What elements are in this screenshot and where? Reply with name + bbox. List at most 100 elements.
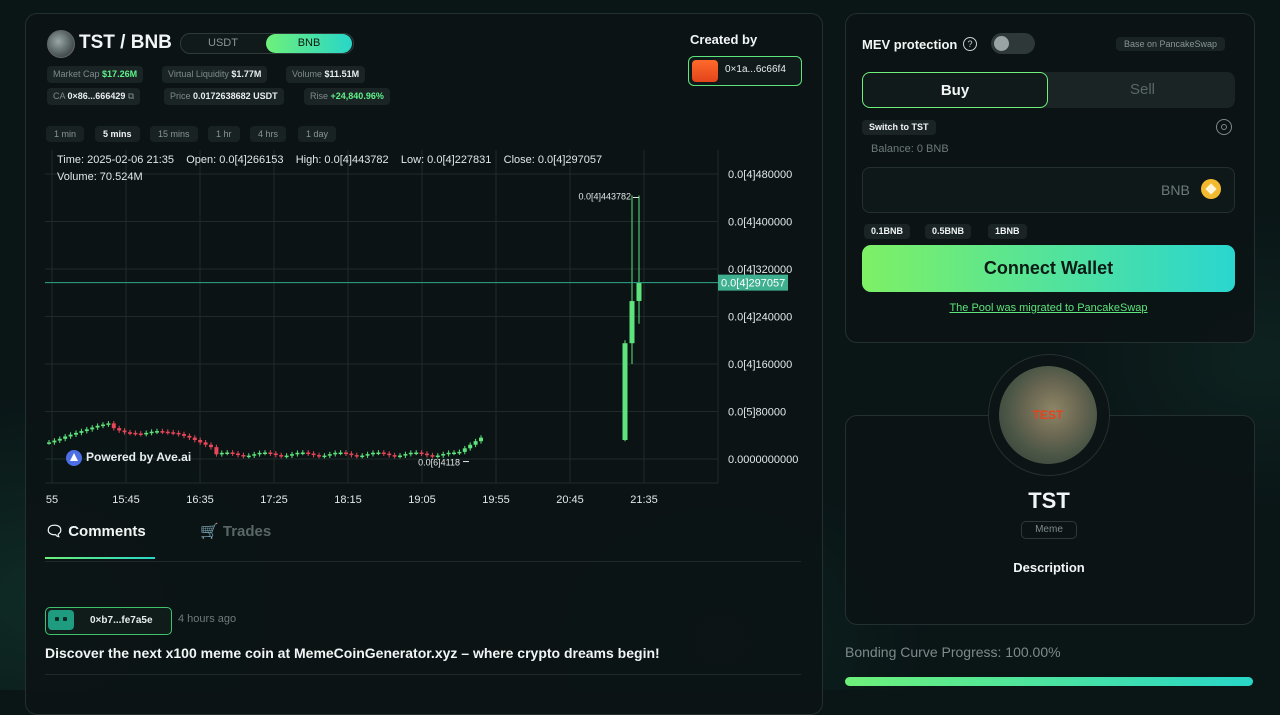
candle-body (230, 452, 235, 455)
x-tick-label: 19:55 (482, 494, 510, 506)
quote-option-bnb[interactable]: BNB (266, 34, 352, 53)
candle-body (365, 454, 370, 456)
sell-tab[interactable]: Sell (1050, 72, 1235, 108)
buy-tab[interactable]: Buy (862, 72, 1048, 108)
candle-body (128, 432, 132, 434)
x-tick-label: 19:05 (408, 494, 436, 506)
candle-body (381, 452, 386, 455)
mev-toggle-knob (994, 36, 1009, 51)
candle-body (414, 452, 419, 455)
powered-by: Powered by Ave.ai (66, 450, 191, 466)
candle-body (403, 454, 408, 456)
connect-wallet-button[interactable]: Connect Wallet (862, 245, 1235, 292)
user-avatar (48, 610, 74, 630)
x-tick-label: 16:35 (186, 494, 214, 506)
timeframe-1day[interactable]: 1 day (298, 126, 337, 142)
amount-unit: BNB (1161, 182, 1190, 198)
candle-body (473, 441, 478, 445)
copy-icon[interactable]: ⧉ (128, 91, 134, 101)
candle-body (376, 452, 381, 455)
quote-toggle[interactable]: USDT BNB (180, 33, 354, 54)
y-tick-label: 0.0[4]480000 (728, 169, 792, 181)
candle-body (192, 437, 197, 440)
candle-body (225, 452, 230, 455)
price-stat: Price 0.0172638682 USDT (164, 88, 284, 105)
candle-body (300, 452, 305, 455)
candle-body (144, 432, 149, 435)
help-icon[interactable]: ? (963, 37, 977, 51)
candle-body (327, 454, 332, 456)
current-price-label: 0.0[4]297057 (721, 278, 785, 290)
bonding-progress-fill (845, 677, 1253, 686)
timeframe-4hrs[interactable]: 4 hrs (250, 126, 287, 142)
category-badge: Meme (1021, 521, 1077, 539)
candle-body (57, 438, 62, 441)
candle-body (279, 455, 284, 457)
candle-body (452, 452, 456, 455)
comment-user-chip[interactable]: 0×b7...fe7a5e (45, 607, 172, 635)
quick-amount-0-5[interactable]: 0.5BNB (925, 224, 972, 239)
candle-body (106, 423, 111, 425)
candle-body (371, 452, 375, 455)
settings-icon[interactable] (1216, 119, 1232, 135)
quick-amount-0-1[interactable]: 0.1BNB (864, 224, 911, 239)
candle-body (446, 452, 451, 455)
candle-body (462, 448, 467, 452)
candle-body (252, 454, 257, 456)
pair-title: TST / BNB (79, 32, 172, 53)
candle-body (117, 428, 122, 431)
cart-icon: 🛒 (200, 523, 219, 540)
candle-body (273, 453, 278, 456)
candle-body (160, 431, 165, 433)
timeframe-1min[interactable]: 1 min (46, 126, 85, 142)
candle-body (68, 434, 73, 437)
candle-body (317, 455, 321, 457)
candle-body (165, 431, 170, 434)
rise-stat: Rise +24,840.96% (304, 88, 390, 105)
tab-trades[interactable]: 🛒 Trades (200, 522, 271, 540)
amount-input[interactable] (873, 178, 1147, 204)
mev-toggle[interactable] (991, 33, 1035, 54)
comment-icon: 🗨 (45, 523, 65, 540)
created-by-label: Created by (690, 32, 758, 47)
market-cap-stat: Market Cap $17.26M (47, 66, 144, 83)
balance-text: Balance: 0 BNB (871, 143, 949, 155)
x-tick-label: 20:45 (556, 494, 584, 506)
timeframe-15mins[interactable]: 15 mins (150, 126, 198, 142)
candle-body (622, 343, 628, 440)
volume-stat: Volume $11.51M (286, 66, 366, 83)
candle-body (263, 452, 267, 455)
candle-body (133, 432, 138, 435)
candle-body (111, 423, 116, 429)
candle-body (90, 427, 95, 430)
candle-body (479, 437, 483, 442)
switch-to-token-button[interactable]: Switch to TST (862, 120, 936, 135)
quote-option-usdt[interactable]: USDT (181, 34, 265, 53)
mev-label: MEV protection (862, 37, 958, 52)
candle-body (182, 434, 186, 436)
candle-body (101, 424, 105, 427)
candle-body (149, 431, 154, 434)
y-tick-label: 0.0[5]80000 (728, 407, 786, 419)
x-tick-label: 21:35 (630, 494, 658, 506)
candle-body (290, 454, 294, 456)
candle-body (47, 442, 51, 444)
candle-body (419, 452, 424, 455)
token-logo (47, 30, 75, 58)
timeframe-5mins[interactable]: 5 mins (95, 126, 140, 142)
candle-body (284, 455, 289, 458)
candle-body (430, 455, 435, 457)
amount-field[interactable]: BNB (862, 167, 1235, 213)
comment-divider (45, 674, 801, 675)
low-marker-label: 0.0[6]4118 (418, 458, 460, 468)
timeframe-1hr[interactable]: 1 hr (208, 126, 240, 142)
high-marker-label: 0.0[4]443782 (578, 192, 631, 202)
creator-chip[interactable]: 0×1a...6c66f4 (688, 56, 802, 86)
buy-sell-toggle[interactable]: Buy Sell (862, 72, 1235, 108)
contract-address[interactable]: CA 0×86...666429 ⧉ (47, 88, 141, 105)
tab-comments[interactable]: 🗨 Comments (45, 522, 146, 540)
quick-amount-1[interactable]: 1BNB (988, 224, 1027, 239)
candle-body (122, 430, 127, 433)
candle-body (354, 455, 359, 457)
migrated-link[interactable]: The Pool was migrated to PancakeSwap (862, 302, 1235, 314)
